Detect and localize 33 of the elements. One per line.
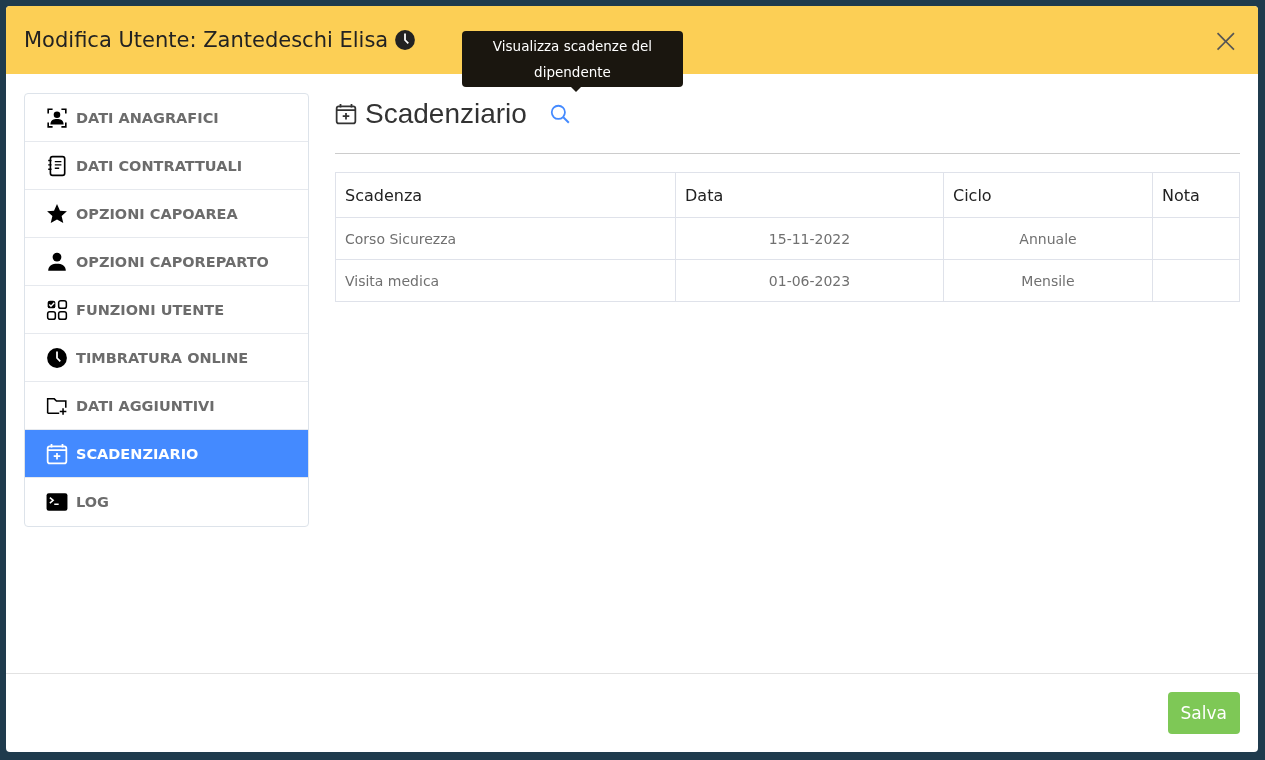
column-header: Nota xyxy=(1152,172,1240,218)
person-icon xyxy=(46,250,68,273)
search-icon[interactable] xyxy=(548,103,571,125)
grid-check-icon xyxy=(46,298,68,321)
section-title: Scadenziario xyxy=(365,98,527,130)
clock-icon xyxy=(394,29,417,51)
table-cell: Corso Sicurezza xyxy=(335,217,676,260)
id-card-person-icon xyxy=(46,106,68,129)
sidebar-item[interactable]: DATI CONTRATTUALI xyxy=(25,142,308,190)
star-icon xyxy=(46,202,68,225)
sidebar-item[interactable]: OPZIONI CAPOREPARTO xyxy=(25,238,308,286)
table-cell: 15-11-2022 xyxy=(675,217,944,260)
sidebar-item[interactable]: FUNZIONI UTENTE xyxy=(25,286,308,334)
calendar-plus-icon xyxy=(335,103,357,125)
sidebar-item[interactable]: LOG xyxy=(25,478,308,526)
table-cell: Visita medica xyxy=(335,259,676,302)
clock-icon xyxy=(46,346,68,369)
column-header: Data xyxy=(675,172,944,218)
notebook-icon xyxy=(46,154,68,177)
sidebar-item[interactable]: OPZIONI CAPOAREA xyxy=(25,190,308,238)
column-header: Ciclo xyxy=(943,172,1153,218)
sidebar-item[interactable]: SCADENZIARIO xyxy=(25,430,308,478)
table-cell: Annuale xyxy=(943,217,1153,260)
modal-title: Modifica Utente: Zantedeschi Elisa xyxy=(24,28,389,52)
table-cell: 01-06-2023 xyxy=(675,259,944,302)
close-button[interactable]: × xyxy=(1211,23,1240,57)
column-header: Scadenza xyxy=(335,172,676,218)
calendar-plus-icon xyxy=(46,442,68,465)
table-cell: Mensile xyxy=(943,259,1153,302)
tooltip: Visualizza scadenze del dipendente xyxy=(462,31,683,87)
sidebar-item[interactable]: TIMBRATURA ONLINE xyxy=(25,334,308,382)
terminal-icon xyxy=(46,491,68,513)
sidebar-item[interactable]: DATI ANAGRAFICI xyxy=(25,94,308,142)
